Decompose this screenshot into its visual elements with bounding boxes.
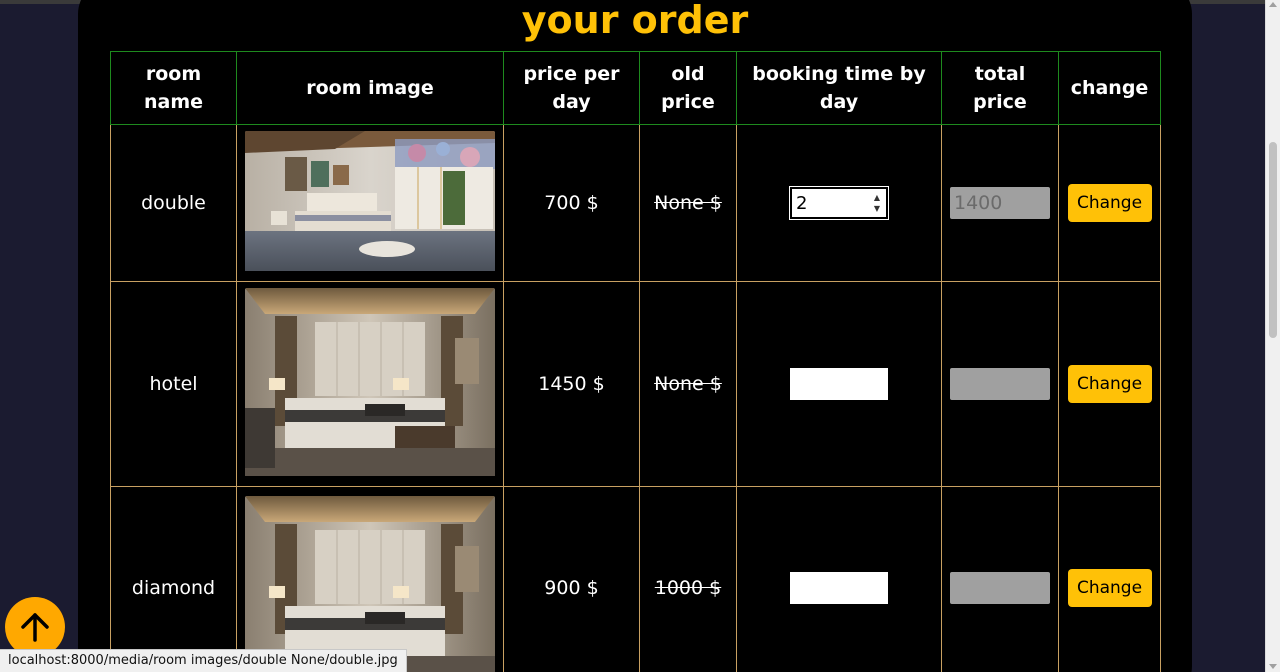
change-cell: Change bbox=[1058, 281, 1161, 487]
status-bar-url: localhost:8000/media/room images/double … bbox=[0, 649, 407, 672]
room-image[interactable] bbox=[245, 287, 495, 481]
room-image[interactable] bbox=[245, 495, 495, 672]
room-image[interactable] bbox=[245, 130, 495, 276]
order-table: room name room image price per day old p… bbox=[110, 51, 1161, 672]
back-to-top-button[interactable] bbox=[5, 597, 65, 657]
total-price-field bbox=[950, 368, 1050, 400]
price-cell: 700 $ bbox=[503, 124, 640, 282]
page-title: your order bbox=[521, 0, 749, 42]
vertical-scrollbar[interactable] bbox=[1265, 0, 1280, 672]
change-button[interactable]: Change bbox=[1067, 184, 1152, 222]
room-name-cell: double bbox=[110, 124, 237, 282]
change-cell: Change bbox=[1058, 124, 1161, 282]
change-button[interactable]: Change bbox=[1067, 365, 1152, 403]
booking-days-cell: ▲▼ bbox=[736, 124, 942, 282]
price-cell: 1450 $ bbox=[503, 281, 640, 487]
table-row: diamond 900 $ 1000 $ Change bbox=[110, 486, 1161, 672]
price-cell: 900 $ bbox=[503, 486, 640, 672]
header-total-price: total price bbox=[941, 51, 1059, 125]
room-image-cell bbox=[236, 486, 504, 672]
header-room-name: room name bbox=[110, 51, 237, 125]
room-image-cell bbox=[236, 281, 504, 487]
header-change: change bbox=[1058, 51, 1161, 125]
table-row: double 700 $ None $ 2 ▲ ▼ 1400 Change bbox=[110, 124, 1161, 282]
days-input-wrap: ▲▼ bbox=[789, 186, 889, 220]
header-booking-time: booking time by day bbox=[736, 51, 942, 125]
arrow-up-icon bbox=[21, 613, 49, 642]
scroll-down-icon[interactable] bbox=[1269, 664, 1277, 669]
change-button[interactable]: Change bbox=[1067, 569, 1152, 607]
old-price-cell: None $ bbox=[639, 281, 737, 487]
room-image-cell bbox=[236, 124, 504, 282]
days-input-wrap bbox=[790, 572, 888, 604]
header-old-price: old price bbox=[639, 51, 737, 125]
room-name-cell: diamond bbox=[110, 486, 237, 672]
change-cell: Change bbox=[1058, 486, 1161, 672]
scroll-up-icon[interactable] bbox=[1269, 2, 1277, 7]
total-price-field bbox=[950, 187, 1050, 219]
table-row: hotel 1450 $ None $ Change bbox=[110, 281, 1161, 487]
old-price-cell: None $ bbox=[639, 124, 737, 282]
room-name-cell: hotel bbox=[110, 281, 237, 487]
booking-days-input[interactable] bbox=[790, 368, 888, 400]
browser-viewport: your order room name room image price pe… bbox=[0, 0, 1280, 672]
old-price-cell: 1000 $ bbox=[639, 486, 737, 672]
total-price-cell bbox=[941, 486, 1059, 672]
scroll-thumb[interactable] bbox=[1269, 142, 1277, 338]
days-input-wrap bbox=[790, 368, 888, 400]
header-price-per-day: price per day bbox=[503, 51, 640, 125]
booking-days-cell bbox=[736, 281, 942, 487]
booking-days-cell bbox=[736, 486, 942, 672]
total-price-cell bbox=[941, 281, 1059, 487]
booking-days-input[interactable] bbox=[790, 572, 888, 604]
table-header-row: room name room image price per day old p… bbox=[110, 51, 1161, 125]
total-price-cell bbox=[941, 124, 1059, 282]
total-price-field bbox=[950, 572, 1050, 604]
header-room-image: room image bbox=[236, 51, 504, 125]
spinner-icon[interactable]: ▲ ▼ bbox=[872, 192, 882, 214]
